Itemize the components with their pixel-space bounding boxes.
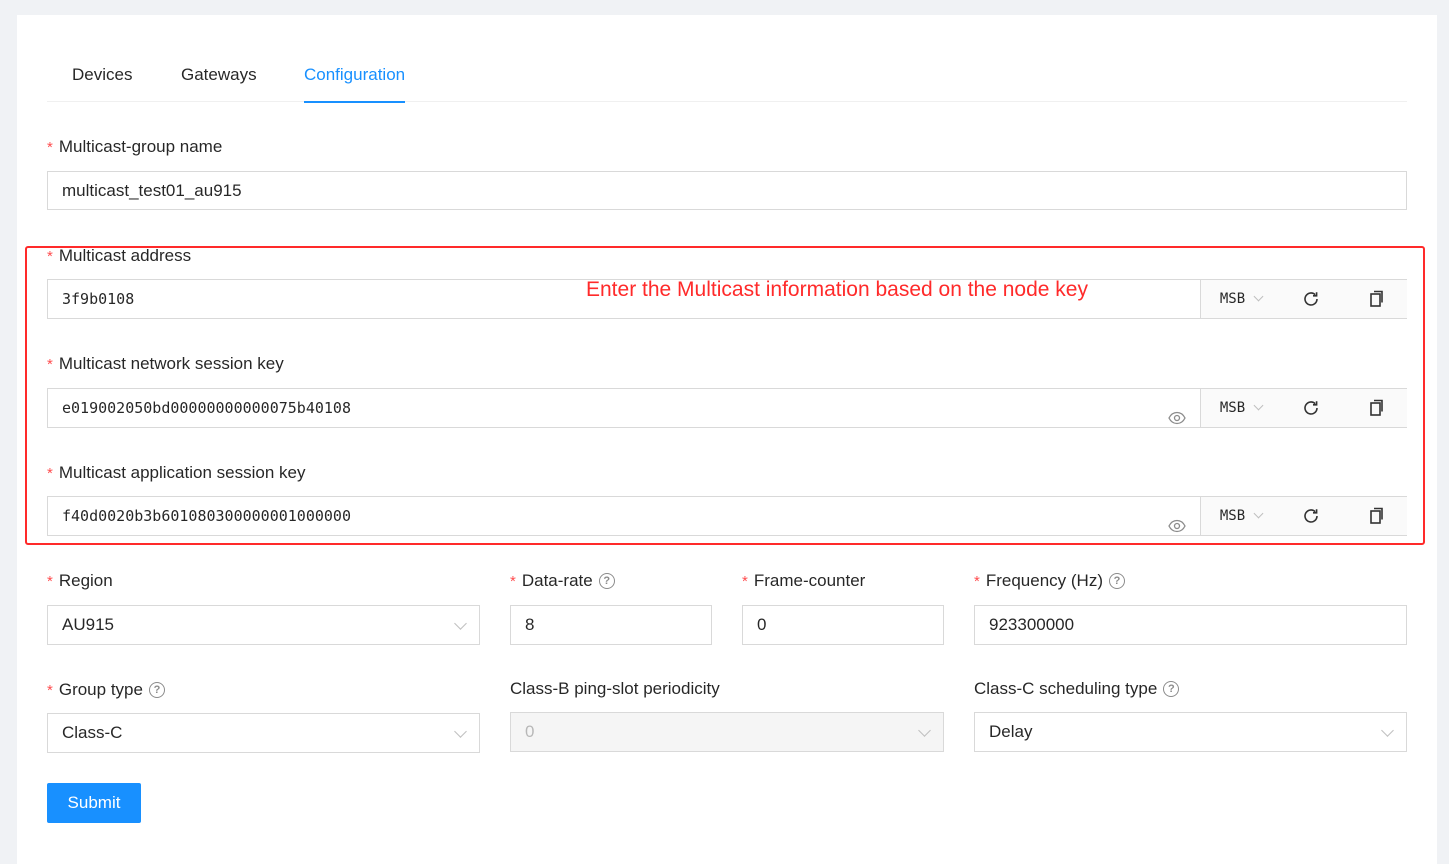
required-mark: *: [742, 572, 748, 590]
tab-gateways[interactable]: Gateways: [181, 54, 257, 102]
scheduling-select[interactable]: Delay: [974, 712, 1407, 752]
group-name-input[interactable]: multicast_test01_au915: [47, 171, 1407, 210]
scheduling-label-text: Class-C scheduling type: [974, 679, 1158, 698]
help-icon[interactable]: ?: [148, 682, 165, 698]
group-name-label: * Multicast-group name: [47, 137, 222, 157]
scheduling-label: Class-C scheduling type?: [974, 679, 1180, 699]
region-select[interactable]: AU915: [47, 605, 480, 645]
region-value: AU915: [62, 615, 114, 634]
required-mark: *: [47, 681, 53, 699]
chevron-down-icon: [454, 725, 467, 738]
tab-configuration[interactable]: Configuration: [304, 54, 406, 103]
submit-button[interactable]: Submit: [47, 783, 141, 823]
frequency-label-text: Frequency (Hz): [985, 571, 1103, 590]
frequency-label: * Frequency (Hz)?: [974, 571, 1125, 591]
scheduling-value: Delay: [989, 722, 1033, 741]
group-name-label-text: Multicast-group name: [58, 137, 223, 156]
required-mark: *: [47, 572, 53, 590]
group-type-label-text: Group type: [58, 680, 143, 699]
help-icon[interactable]: ?: [1163, 681, 1180, 697]
required-mark: *: [510, 572, 516, 590]
tab-devices[interactable]: Devices: [72, 54, 132, 102]
ping-slot-value: 0: [525, 722, 535, 741]
annotation-text: Enter the Multicast information based on…: [586, 278, 1088, 301]
group-type-value: Class-C: [62, 723, 123, 742]
ping-slot-label: Class-B ping-slot periodicity: [510, 679, 720, 699]
region-label-text: Region: [58, 571, 113, 590]
frame-counter-label: * Frame-counter: [742, 571, 865, 591]
chevron-down-icon: [1381, 724, 1394, 737]
region-label: * Region: [47, 571, 113, 591]
group-type-select[interactable]: Class-C: [47, 713, 480, 753]
help-icon[interactable]: ?: [598, 573, 615, 589]
tab-bar: Devices Gateways Configuration: [47, 54, 1407, 103]
required-mark: *: [47, 138, 53, 156]
data-rate-label-text: Data-rate: [521, 571, 593, 590]
chevron-down-icon: [918, 724, 931, 737]
chevron-down-icon: [454, 617, 467, 630]
help-icon[interactable]: ?: [1108, 573, 1125, 589]
ping-slot-select: 0: [510, 712, 944, 752]
data-rate-label: * Data-rate?: [510, 571, 615, 591]
frequency-input[interactable]: 923300000: [974, 605, 1407, 645]
required-mark: *: [974, 572, 980, 590]
data-rate-input[interactable]: 8: [510, 605, 712, 645]
group-type-label: * Group type?: [47, 680, 165, 700]
frame-counter-input[interactable]: 0: [742, 605, 944, 645]
frame-counter-label-text: Frame-counter: [753, 571, 866, 590]
ping-slot-label-text: Class-B ping-slot periodicity: [510, 679, 720, 698]
